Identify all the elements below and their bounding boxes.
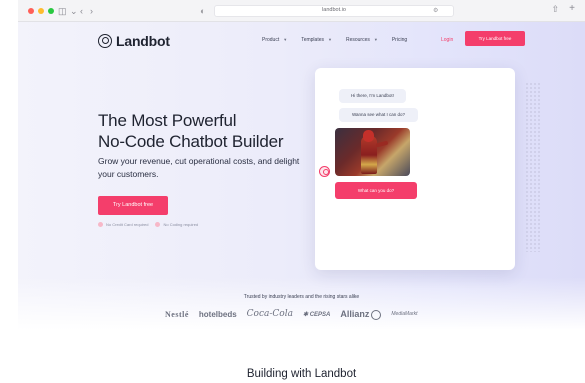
hero-checks: No Credit Card required No Coding requir…: [98, 222, 198, 227]
extension-icon[interactable]: ⚙: [433, 7, 438, 14]
background-fade: [18, 277, 585, 330]
check-icon: [155, 222, 161, 227]
chevron-down-icon: ▼: [373, 37, 378, 42]
brand-logo-mediamarkt: MediaMarkt: [391, 311, 418, 318]
nav-item-product[interactable]: Product ▼: [262, 37, 287, 43]
check-icon: [98, 222, 103, 227]
logo-text: Landbot: [116, 33, 170, 49]
nav-label: Templates: [301, 37, 324, 43]
hero-title-line1: The Most Powerful: [98, 111, 237, 130]
brand-logos: Nestlé hotelbeds Coca-Cola ✱ CEPSA Allia…: [165, 309, 418, 320]
chat-reply-button[interactable]: What can you do?: [335, 182, 417, 199]
nav-item-resources[interactable]: Resources ▼: [346, 37, 378, 43]
minimize-window-button[interactable]: [38, 8, 44, 14]
hero-title-line2: No-Code Chatbot Builder: [98, 132, 284, 151]
brand-name: CEPSA: [309, 311, 331, 318]
brand-logo-cepsa: ✱ CEPSA: [302, 311, 331, 318]
brand-logo-cocacola: Coca-Cola: [246, 309, 293, 320]
brand-logo-allianz: Allianz: [340, 309, 382, 320]
url-text: landbot.io: [322, 7, 346, 13]
try-free-nav-button[interactable]: Try Landbot free: [465, 31, 525, 46]
allianz-icon: [371, 309, 382, 320]
chevron-down-icon: ▼: [328, 37, 332, 42]
try-free-hero-button[interactable]: Try Landbot free: [98, 196, 168, 215]
bot-message-2: Wanna see what I can do?: [339, 108, 418, 122]
address-bar[interactable]: landbot.io: [214, 5, 454, 17]
login-link[interactable]: Login: [441, 37, 453, 43]
check-label: No Coding required: [163, 222, 199, 227]
section-title: Building with Landbot: [246, 368, 357, 380]
chat-image-gif: [335, 128, 410, 176]
nav-label: Pricing: [391, 37, 408, 43]
chevron-down-icon[interactable]: ⌄: [70, 4, 78, 18]
forward-icon[interactable]: ›: [90, 4, 93, 18]
page-content: Landbot Product ▼ Templates ▼ Resources ▼ P…: [18, 22, 585, 383]
privacy-shield-icon[interactable]: ◐: [200, 4, 205, 18]
window-controls: [28, 8, 54, 14]
bot-message-1: Hi there, I'm Landbot!: [339, 89, 406, 103]
chevron-down-icon: ▼: [283, 37, 288, 42]
check-label: No Credit Card required: [106, 222, 149, 227]
landbot-logo-icon: [98, 34, 112, 48]
brand-logo-hotelbeds: hotelbeds: [198, 309, 237, 319]
brand-logo-nestle: Nestlé: [165, 309, 189, 319]
check-item: No Credit Card required: [98, 222, 148, 227]
hero-title: The Most Powerful No-Code Chatbot Builde…: [98, 110, 284, 152]
close-window-button[interactable]: [28, 8, 34, 14]
maximize-window-button[interactable]: [48, 8, 54, 14]
trusted-heading: Trusted by industry leaders and the risi…: [243, 294, 360, 300]
browser-toolbar: ◫ ⌄ ‹ › ◐ landbot.io ⚙ ⇧ +: [18, 0, 585, 22]
sidebar-toggle-icon[interactable]: ◫: [58, 4, 67, 18]
bot-avatar-icon: [319, 166, 330, 177]
back-icon[interactable]: ‹: [80, 4, 83, 18]
nav-item-pricing[interactable]: Pricing: [392, 37, 407, 43]
check-item: No Coding required: [155, 222, 198, 227]
image-figure-arm: [375, 140, 389, 148]
nav-label: Resources: [345, 37, 370, 43]
hero-subtitle: Grow your revenue, cut operational costs…: [98, 156, 300, 179]
brand-name: Allianz: [340, 309, 370, 319]
decorative-dots: [525, 82, 541, 252]
share-icon[interactable]: ⇧: [551, 4, 559, 15]
nav-item-templates[interactable]: Templates ▼: [301, 37, 332, 43]
main-nav: Product ▼ Templates ▼ Resources ▼ Pricing: [262, 37, 407, 43]
nav-label: Product: [262, 37, 280, 43]
new-tab-icon[interactable]: +: [569, 3, 575, 14]
chat-demo-card: Hi there, I'm Landbot! Wanna see what I …: [315, 68, 515, 270]
landbot-logo[interactable]: Landbot: [98, 33, 170, 49]
image-figure-head: [363, 130, 374, 142]
